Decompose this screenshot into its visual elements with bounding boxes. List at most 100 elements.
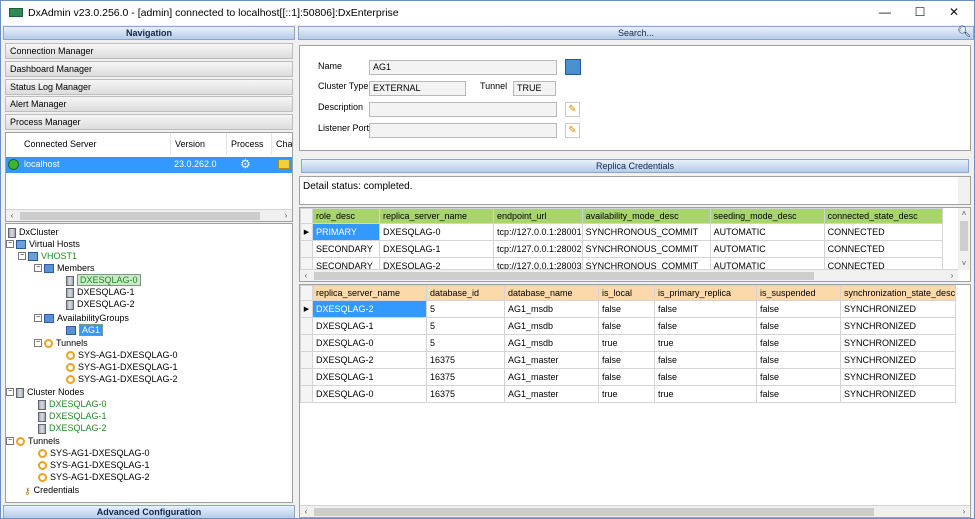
table-cell[interactable]: AG1_msdb	[504, 300, 599, 318]
table-row[interactable]: DXESQLAG-1 5 AG1_msdb false false false SYNCHR…	[300, 317, 957, 335]
tree-credentials[interactable]: ⚷ Credentials	[24, 484, 79, 496]
replicas-hscroll-thumb[interactable]	[314, 272, 814, 280]
row-indicator[interactable]	[300, 385, 313, 403]
scroll-left-arrow-icon[interactable]: ‹	[6, 210, 18, 221]
table-row[interactable]: ▶ PRIMARY DXESQLAG-0 tcp://127.0.0.1:28001 S…	[300, 223, 943, 241]
tree-tunnel-item[interactable]: SYS-AG1-DXESQLAG-1	[66, 361, 178, 373]
edit-description-pencil-icon[interactable]: ✎	[565, 102, 580, 117]
table-cell[interactable]: false	[654, 317, 757, 335]
row-indicator[interactable]	[300, 240, 313, 258]
table-cell[interactable]: DXESQLAG-2	[312, 300, 427, 318]
scroll-left-arrow-icon[interactable]: ‹	[300, 270, 312, 281]
tree-tunnel-root-item[interactable]: SYS-AG1-DXESQLAG-1	[38, 459, 150, 471]
table-cell[interactable]: false	[598, 300, 655, 318]
table-cell[interactable]: PRIMARY	[312, 223, 380, 241]
server-hscrollbar[interactable]: ‹ ›	[6, 209, 292, 221]
scroll-up-arrow-icon[interactable]: ˄	[958, 208, 970, 220]
table-cell[interactable]: false	[756, 317, 841, 335]
table-cell[interactable]: true	[598, 334, 655, 352]
maximize-button[interactable]: ☐	[903, 1, 937, 25]
col-chat[interactable]: Chat	[272, 133, 292, 155]
tree-tunnels[interactable]: Tunnels	[44, 337, 88, 349]
nav-item-3[interactable]: Alert Manager	[5, 96, 293, 112]
replica-credentials-header[interactable]: Replica Credentials	[301, 159, 969, 173]
server-row-localhost[interactable]: localhost 23.0.262.0 ⚙	[6, 157, 292, 173]
tree-tunnel-root-item[interactable]: SYS-AG1-DXESQLAG-0	[38, 447, 150, 459]
table-cell[interactable]: false	[654, 351, 757, 369]
table-cell[interactable]: AG1_msdb	[504, 317, 599, 335]
table-cell[interactable]: SYNCHRONIZED	[839, 317, 957, 335]
table-cell[interactable]: false	[598, 317, 655, 335]
table-cell[interactable]: AG1_master	[504, 385, 599, 403]
name-field[interactable]: AG1	[369, 60, 557, 75]
table-cell[interactable]: CONNECTED	[823, 240, 943, 258]
scroll-right-arrow-icon[interactable]: ›	[958, 506, 970, 517]
table-cell[interactable]: false	[598, 351, 655, 369]
tree-vhost[interactable]: VHOST1	[28, 250, 77, 262]
table-cell[interactable]: true	[598, 385, 655, 403]
table-cell[interactable]: 16375	[426, 351, 505, 369]
process-gear-icon[interactable]: ⚙	[240, 157, 251, 171]
tree-tunnels-root[interactable]: Tunnels	[16, 435, 60, 447]
tree-ag[interactable]: AG1	[66, 324, 104, 336]
table-cell[interactable]: true	[654, 385, 757, 403]
column-header[interactable]: synchronization_state_desc	[839, 285, 957, 301]
tree-node-item[interactable]: DXESQLAG-1	[38, 410, 107, 422]
cluster-type-field[interactable]: EXTERNAL	[369, 81, 466, 96]
row-indicator[interactable]: ▶	[300, 223, 313, 241]
scroll-right-arrow-icon[interactable]: ›	[946, 270, 958, 281]
nav-item-0[interactable]: Connection Manager	[5, 43, 293, 59]
table-cell[interactable]: DXESQLAG-0	[379, 223, 494, 241]
table-row[interactable]: DXESQLAG-1 16375 AG1_master false false false…	[300, 368, 957, 386]
column-header[interactable]: seeding_mode_desc	[709, 208, 825, 224]
description-field[interactable]	[369, 102, 557, 117]
table-cell[interactable]: false	[756, 351, 841, 369]
table-cell[interactable]: AG1_master	[504, 368, 599, 386]
table-cell[interactable]: tcp://127.0.0.1:28002	[493, 240, 583, 258]
table-cell[interactable]: SYNCHRONIZED	[839, 351, 957, 369]
expand-toggle-icon[interactable]: −	[6, 240, 14, 248]
table-cell[interactable]: DXESQLAG-1	[312, 368, 427, 386]
column-header[interactable]: availability_mode_desc	[581, 208, 711, 224]
row-indicator[interactable]	[300, 351, 313, 369]
table-cell[interactable]: DXESQLAG-0	[312, 385, 427, 403]
row-indicator[interactable]	[300, 368, 313, 386]
tree-member-item[interactable]: DXESQLAG-1	[66, 286, 135, 298]
tree-virtual-hosts[interactable]: Virtual Hosts	[16, 238, 80, 250]
scroll-right-arrow-icon[interactable]: ›	[280, 210, 292, 221]
tree-root[interactable]: DxCluster	[8, 226, 59, 238]
table-cell[interactable]: 5	[426, 300, 505, 318]
scroll-left-arrow-icon[interactable]: ‹	[300, 506, 312, 517]
table-cell[interactable]: DXESQLAG-1	[379, 240, 494, 258]
table-cell[interactable]: false	[756, 368, 841, 386]
row-indicator[interactable]	[300, 317, 313, 335]
databases-hscroll-thumb[interactable]	[314, 508, 874, 516]
table-cell[interactable]: false	[654, 368, 757, 386]
expand-toggle-icon[interactable]: −	[34, 314, 42, 322]
table-row[interactable]: ▶ DXESQLAG-2 5 AG1_msdb false false false SYNCH…	[300, 300, 957, 318]
table-cell[interactable]: false	[756, 334, 841, 352]
chat-icon[interactable]	[278, 159, 290, 169]
column-header[interactable]: endpoint_url	[493, 208, 583, 224]
row-indicator[interactable]	[300, 334, 313, 352]
nav-item-2[interactable]: Status Log Manager	[5, 79, 293, 95]
table-cell[interactable]: 5	[426, 334, 505, 352]
status-vscrollbar[interactable]	[958, 177, 970, 204]
table-row[interactable]: DXESQLAG-0 5 AG1_msdb true true false SYNCHRON…	[300, 334, 957, 352]
nav-item-1[interactable]: Dashboard Manager	[5, 61, 293, 77]
tree-members[interactable]: Members	[44, 262, 95, 274]
tree-tunnel-root-item[interactable]: SYS-AG1-DXESQLAG-2	[38, 471, 150, 483]
table-row[interactable]: DXESQLAG-2 16375 AG1_master false false false…	[300, 351, 957, 369]
table-cell[interactable]: false	[654, 300, 757, 318]
column-header[interactable]: replica_server_name	[379, 208, 494, 224]
tree-availability-groups[interactable]: AvailabilityGroups	[44, 312, 129, 324]
edit-listener-pencil-icon[interactable]: ✎	[565, 123, 580, 138]
table-cell[interactable]: SYNCHRONIZED	[839, 334, 957, 352]
search-icon[interactable]: 🔍︎	[957, 26, 971, 38]
table-cell[interactable]: SECONDARY	[312, 240, 380, 258]
table-cell[interactable]: AUTOMATIC	[709, 240, 825, 258]
table-cell[interactable]: false	[756, 300, 841, 318]
column-header[interactable]: is_local	[598, 285, 655, 301]
column-header[interactable]: database_name	[504, 285, 599, 301]
table-cell[interactable]: SYNCHRONIZED	[839, 300, 957, 318]
